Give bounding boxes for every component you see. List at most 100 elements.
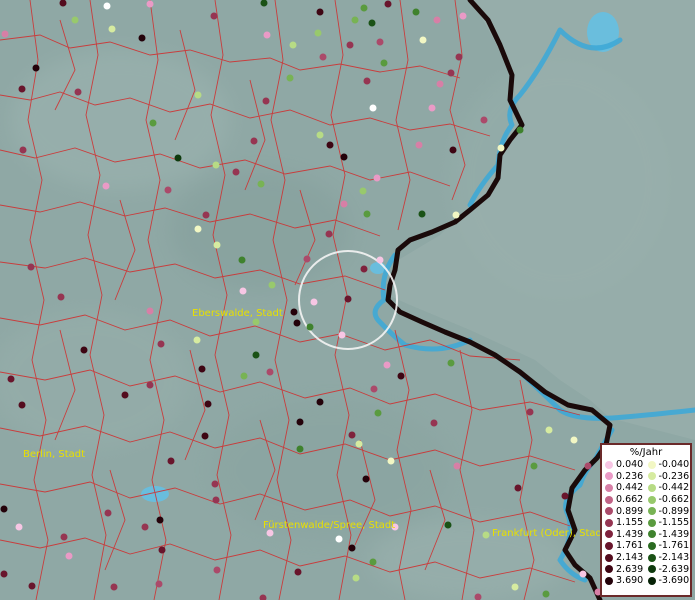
data-point[interactable] [380, 59, 388, 67]
data-point[interactable] [257, 180, 265, 188]
data-point[interactable] [316, 131, 324, 139]
data-point[interactable] [363, 210, 371, 218]
data-point[interactable] [103, 2, 111, 10]
data-point[interactable] [338, 331, 346, 339]
data-point[interactable] [212, 496, 220, 504]
data-point[interactable] [211, 480, 219, 488]
data-point[interactable] [174, 154, 182, 162]
data-point[interactable] [340, 153, 348, 161]
data-point[interactable] [344, 295, 352, 303]
data-point[interactable] [263, 31, 271, 39]
data-point[interactable] [316, 398, 324, 406]
data-point[interactable] [430, 419, 438, 427]
data-point[interactable] [348, 544, 356, 552]
data-point[interactable] [27, 263, 35, 271]
data-point[interactable] [376, 256, 384, 264]
data-point[interactable] [319, 53, 327, 61]
data-point[interactable] [65, 552, 73, 560]
data-point[interactable] [579, 570, 587, 578]
data-point[interactable] [368, 19, 376, 27]
map-canvas[interactable]: Eberswalde, Stadt Berlin, Stadt Fürstenw… [0, 0, 695, 600]
data-point[interactable] [314, 29, 322, 37]
data-point[interactable] [335, 535, 343, 543]
data-point[interactable] [60, 533, 68, 541]
data-point[interactable] [149, 119, 157, 127]
data-point[interactable] [340, 200, 348, 208]
data-point[interactable] [238, 256, 246, 264]
data-point[interactable] [293, 319, 301, 327]
data-point[interactable] [397, 372, 405, 380]
data-point[interactable] [121, 391, 129, 399]
data-point[interactable] [346, 41, 354, 49]
data-point[interactable] [514, 484, 522, 492]
data-point[interactable] [326, 141, 334, 149]
data-point[interactable] [250, 137, 258, 145]
data-point[interactable] [232, 168, 240, 176]
data-point[interactable] [526, 408, 534, 416]
data-point[interactable] [194, 225, 202, 233]
data-point[interactable] [370, 385, 378, 393]
data-point[interactable] [455, 53, 463, 61]
data-point[interactable] [369, 558, 377, 566]
data-point[interactable] [146, 381, 154, 389]
data-point[interactable] [545, 426, 553, 434]
data-point[interactable] [290, 308, 298, 316]
place-label-eberswalde[interactable]: Eberswalde, Stadt [192, 308, 283, 319]
data-point[interactable] [198, 365, 206, 373]
data-point[interactable] [480, 116, 488, 124]
data-point[interactable] [482, 531, 490, 539]
data-point[interactable] [80, 346, 88, 354]
data-point[interactable] [418, 210, 426, 218]
data-point[interactable] [433, 16, 441, 24]
data-point[interactable] [415, 141, 423, 149]
data-point[interactable] [18, 85, 26, 93]
data-point[interactable] [74, 88, 82, 96]
data-point[interactable] [212, 161, 220, 169]
place-label-fuerstenwalde[interactable]: Fürstenwalde/Spree, Stadt [263, 520, 395, 531]
data-point[interactable] [360, 4, 368, 12]
data-point[interactable] [359, 187, 367, 195]
data-point[interactable] [584, 462, 592, 470]
data-point[interactable] [286, 74, 294, 82]
data-point[interactable] [252, 351, 260, 359]
data-point[interactable] [387, 457, 395, 465]
data-point[interactable] [141, 523, 149, 531]
data-point[interactable] [239, 287, 247, 295]
data-point[interactable] [0, 570, 8, 578]
data-point[interactable] [453, 462, 461, 470]
data-point[interactable] [71, 16, 79, 24]
data-point[interactable] [146, 0, 154, 8]
data-point[interactable] [202, 211, 210, 219]
data-point[interactable] [167, 457, 175, 465]
data-point[interactable] [110, 583, 118, 591]
data-point[interactable] [530, 462, 538, 470]
data-point[interactable] [213, 566, 221, 574]
data-point[interactable] [419, 36, 427, 44]
data-point[interactable] [374, 409, 382, 417]
data-point[interactable] [352, 574, 360, 582]
data-point[interactable] [296, 445, 304, 453]
data-point[interactable] [316, 8, 324, 16]
data-point[interactable] [0, 505, 8, 513]
data-point[interactable] [452, 211, 460, 219]
data-point[interactable] [511, 583, 519, 591]
data-point[interactable] [325, 230, 333, 238]
data-point[interactable] [310, 298, 318, 306]
place-label-frankfurt[interactable]: Frankfurt (Oder), Stadt [492, 528, 606, 539]
data-point[interactable] [210, 12, 218, 20]
data-point[interactable] [436, 80, 444, 88]
data-point[interactable] [303, 255, 311, 263]
data-point[interactable] [104, 509, 112, 517]
data-point[interactable] [108, 25, 116, 33]
data-point[interactable] [412, 8, 420, 16]
data-point[interactable] [363, 77, 371, 85]
data-point[interactable] [155, 580, 163, 588]
data-point[interactable] [360, 265, 368, 273]
data-point[interactable] [561, 492, 569, 500]
data-point[interactable] [194, 91, 202, 99]
data-point[interactable] [383, 361, 391, 369]
data-point[interactable] [376, 38, 384, 46]
data-point[interactable] [355, 440, 363, 448]
data-point[interactable] [362, 475, 370, 483]
data-point[interactable] [289, 41, 297, 49]
